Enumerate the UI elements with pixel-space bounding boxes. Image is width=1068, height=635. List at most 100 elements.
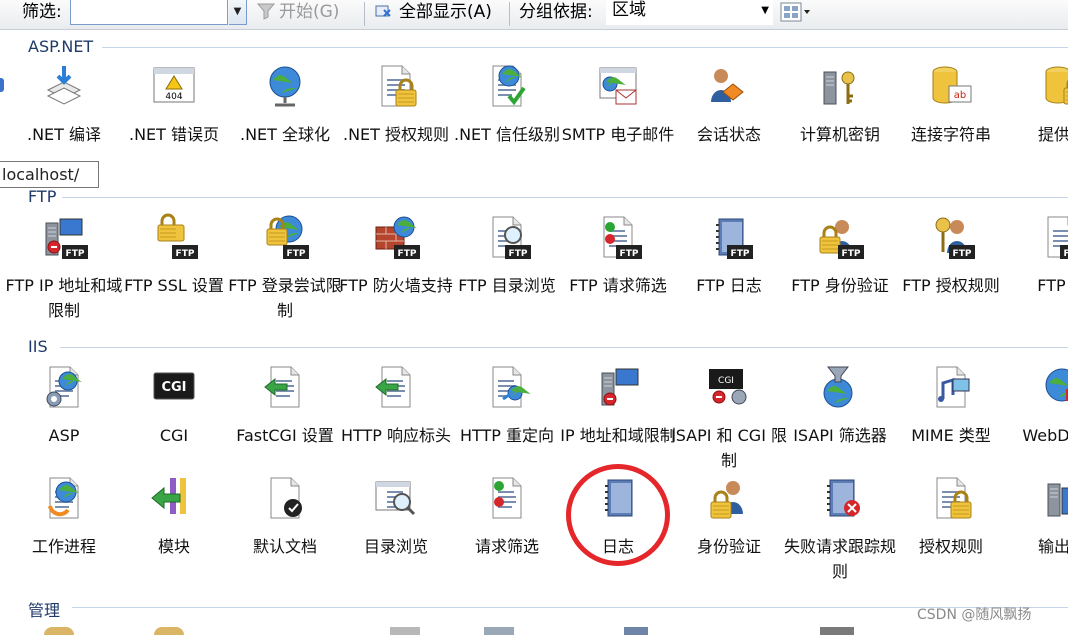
highlight-circle [566,464,670,566]
svg-text:FTP: FTP [620,249,639,259]
view-mode-button[interactable] [780,2,812,22]
ftp-firewall-icon: FTP [372,213,420,261]
toolbar-separator [509,2,510,26]
partial-icon [624,627,648,635]
svg-text:FTP: FTP [398,249,417,259]
feature-label: 计算机密钥 [799,125,880,144]
feature-item[interactable]: FTP FTP SSL 设置 [119,213,229,333]
feature-item[interactable]: FTP FTP 消 [1007,213,1068,333]
http-response-headers-icon [372,363,420,411]
feature-item[interactable]: 404 .NET 错误页 [119,62,229,182]
feature-label: .NET 编译 [26,125,102,144]
feature-item[interactable]: 请求筛选 [452,474,562,594]
feature-label: FTP 授权规则 [902,276,1000,295]
feature-label: FTP IP 地址和域限制 [5,276,123,320]
partial-icon [484,627,514,635]
group-by-value: 区域 [612,0,646,20]
worker-process-icon [40,474,88,522]
feature-item[interactable]: FTP FTP 请求筛选 [563,213,673,333]
feature-item[interactable]: FTP FTP IP 地址和域限制 [6,213,122,333]
feature-label: .NET 授权规则 [342,125,450,144]
feature-item[interactable]: HTTP 响应标头 [341,363,451,483]
connection-string-icon: ab [927,62,975,110]
cut-off-row [0,625,1068,635]
filter-input[interactable] [70,0,228,25]
feature-item[interactable]: .NET 授权规则 [341,62,451,182]
feature-label: 失败请求跟踪规则 [783,537,896,581]
svg-text:FTP: FTP [731,249,750,259]
asp-icon [40,363,88,411]
feature-item[interactable]: ISAPI 筛选器 [785,363,895,483]
filter-dropdown-button[interactable]: ▼ [229,0,247,25]
feature-label: SMTP 电子邮件 [561,125,675,144]
feature-label: ASP [48,426,80,445]
feature-label: FTP 日志 [696,276,762,295]
feature-item[interactable]: 提供程 [1007,62,1068,182]
feature-label: ISAPI 和 CGI 限制 [670,426,788,470]
output-caching-icon [1038,474,1068,522]
group-by-select[interactable]: 区域 ▼ [606,0,773,25]
ftp-ssl-lock-icon: FTP [150,213,198,261]
feature-item[interactable]: CGI ISAPI 和 CGI 限制 [671,363,787,483]
feature-label: FTP 目录浏览 [458,276,556,295]
feature-label: IP 地址和域限制 [560,426,676,445]
feature-item[interactable]: 输出缓 [1007,474,1068,594]
show-all-button[interactable]: 全部显示(A) [374,0,492,30]
cgi-icon: CGI [150,363,198,411]
partial-icon [154,627,184,635]
toolbar-separator [364,2,365,26]
feature-item[interactable]: 失败请求跟踪规则 [784,474,896,594]
partial-icon [820,627,854,635]
feature-label: CGI [159,426,189,445]
feature-item[interactable]: 模块 [119,474,229,594]
svg-text:FTP: FTP [842,249,861,259]
feature-item[interactable]: 会话状态 [674,62,784,182]
feature-item[interactable]: MIME 类型 [896,363,1006,483]
feature-item[interactable]: 工作进程 [9,474,119,594]
feature-label: .NET 错误页 [128,125,220,144]
feature-item[interactable]: FTP FTP 目录浏览 [452,213,562,333]
default-document-icon [261,474,309,522]
feature-label: FTP SSL 设置 [124,276,224,295]
feature-item[interactable]: CGI CGI [119,363,229,483]
section-title-aspnet: ASP.NET [28,37,94,56]
ftp-directory-browse-icon: FTP [483,213,531,261]
feature-label: 提供程 [1037,125,1068,144]
feature-item[interactable]: FTP FTP 登录尝试限制 [228,213,342,333]
svg-text:FTP: FTP [287,249,306,259]
machine-key-icon [816,62,864,110]
feature-label: .NET 信任级别 [453,125,561,144]
feature-item[interactable]: ASP [9,363,119,483]
start-button[interactable]: 开始(G) [256,0,339,30]
feature-label: MIME 类型 [911,426,991,445]
isapi-cgi-restriction-icon: CGI [705,363,753,411]
chevron-down-icon: ▼ [761,5,769,16]
feature-item[interactable]: .NET 信任级别 [452,62,562,182]
feature-item[interactable]: 计算机密钥 [785,62,895,182]
feature-item[interactable]: ab 连接字符串 [896,62,1006,182]
address-tooltip: localhost/ [0,161,99,188]
feature-item[interactable]: 身份验证 [674,474,784,594]
watermark: CSDN @随风飘扬 [917,607,1032,623]
feature-item[interactable]: SMTP 电子邮件 [562,62,674,182]
feature-item[interactable]: 目录浏览 [341,474,451,594]
ip-restriction-icon [594,363,642,411]
feature-item[interactable]: FTP FTP 授权规则 [896,213,1006,333]
feature-item[interactable]: FTP FTP 身份验证 [785,213,895,333]
feature-item[interactable]: FTP FTP 日志 [674,213,784,333]
feature-item[interactable]: FastCGI 设置 [230,363,340,483]
feature-item[interactable]: 授权规则 [896,474,1006,594]
feature-item[interactable]: HTTP 重定向 [452,363,562,483]
feature-item[interactable]: 默认文档 [230,474,340,594]
feature-item[interactable]: FTP FTP 防火墙支持 [339,213,453,333]
feature-item[interactable]: WebD作规 [1007,363,1068,483]
feature-item[interactable]: .NET 全球化 [230,62,340,182]
grid-view-icon [780,2,810,22]
show-all-icon [375,5,391,17]
ftp-authorization-icon: FTP [927,213,975,261]
feature-label: 连接字符串 [910,125,991,144]
chevron-down-icon: ▼ [233,6,242,17]
smtp-email-icon [594,62,642,110]
feature-label: 身份验证 [696,537,761,556]
feature-label: 模块 [157,537,190,556]
